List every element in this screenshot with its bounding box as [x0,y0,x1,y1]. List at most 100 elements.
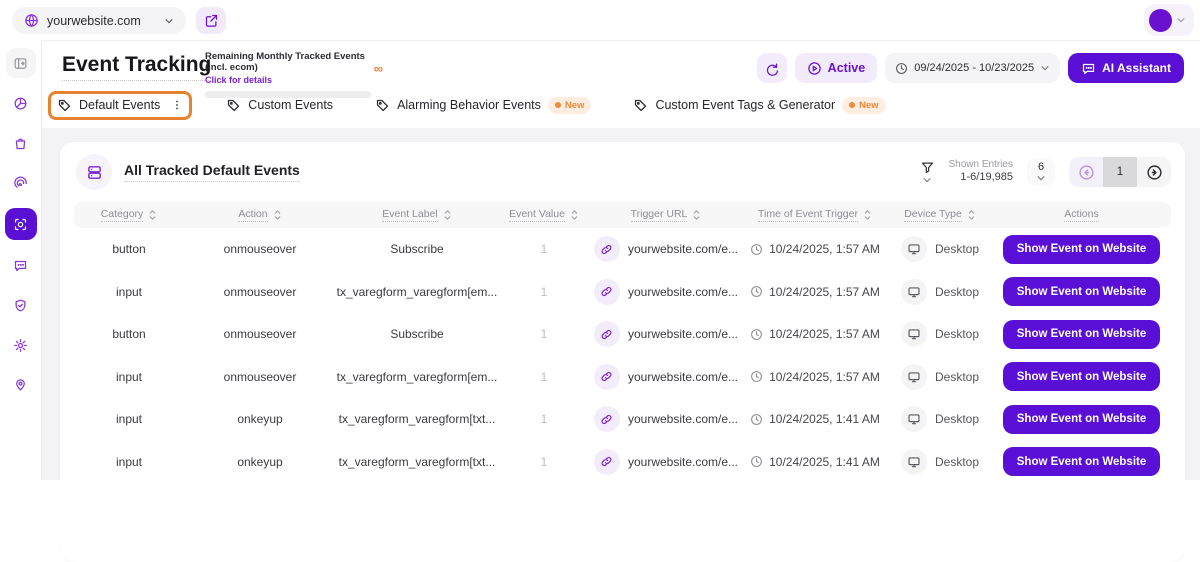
show-event-button[interactable]: Show Event on Website [1003,320,1161,349]
cell-actions: Show Event on Website [992,320,1171,349]
column-header-device-type[interactable]: Device Type [888,208,992,222]
sort-icon[interactable] [443,209,452,221]
table-controls: Shown Entries 1-6/19,985 6 1 [920,157,1171,187]
table-row: button onmouseover Subscribe 1 yourwebsi… [74,228,1171,271]
sort-icon[interactable] [570,209,579,221]
sort-icon[interactable] [863,209,872,221]
tab-label: Custom Events [248,98,333,112]
arrow-right-circle-icon [1146,164,1163,181]
cell-action: onkeyup [184,412,336,426]
sort-icon[interactable] [967,209,976,221]
events-table-card: All Tracked Default Events Shown Entries… [60,142,1185,562]
chevron-down-icon [164,16,174,26]
tab-label: Default Events [79,98,160,112]
cell-event-time: 10/24/2025, 1:57 AM [742,285,888,299]
shield-check-icon [13,298,28,313]
tab-custom-event-tags-generator[interactable]: Custom Event Tags & GeneratorNew [625,91,893,120]
column-header-event-label[interactable]: Event Label [336,208,498,222]
show-event-button[interactable]: Show Event on Website [1003,277,1161,306]
shown-entries-value: 1-6/19,985 [949,171,1013,185]
link-icon [594,406,620,432]
badge-dot-icon [849,102,855,108]
refresh-button[interactable] [757,53,787,83]
show-event-button[interactable]: Show Event on Website [1003,362,1161,391]
sidebar-nav [0,40,42,480]
sort-icon[interactable] [148,209,157,221]
sidebar-item-waves[interactable] [6,168,36,198]
cell-category: input [74,285,184,299]
sidebar-item-shield-check[interactable] [6,290,36,320]
cell-actions: Show Event on Website [992,405,1171,434]
sort-icon[interactable] [692,209,701,221]
sidebar-item-gear[interactable] [6,330,36,360]
sidebar-item-location-pin[interactable] [6,370,36,400]
cell-device-type: Desktop [888,321,992,347]
cell-trigger-url[interactable]: yourwebsite.com/e... [590,279,742,305]
tag-icon [57,98,72,113]
monitor-icon [901,279,927,305]
chevron-down-icon [922,175,932,185]
quota-details-link[interactable]: Click for details [205,75,383,85]
cell-event-label: tx_varegform_varegform[em... [336,370,498,384]
sidebar-item-target[interactable] [5,208,37,240]
tab-custom-events[interactable]: Custom Events [218,92,341,119]
badge-dot-icon [555,102,561,108]
filter-button[interactable] [920,160,935,185]
column-header-action[interactable]: Action [184,208,336,222]
target-icon [13,217,28,232]
page-size-select[interactable]: 6 [1027,158,1055,186]
cell-trigger-url[interactable]: yourwebsite.com/e... [590,406,742,432]
prev-page-button[interactable] [1069,157,1103,187]
collapse-icon [13,56,28,71]
column-header-trigger-url[interactable]: Trigger URL [590,208,742,222]
website-selector[interactable]: yourwebsite.com [12,7,186,34]
column-header-event-value[interactable]: Event Value [498,208,590,222]
table-title: All Tracked Default Events [124,162,300,182]
link-icon [594,449,620,475]
ai-assistant-button[interactable]: AI Assistant [1068,53,1184,83]
sidebar-item-shopping-bag[interactable] [6,128,36,158]
cell-actions: Show Event on Website [992,362,1171,391]
column-header-category[interactable]: Category [74,208,184,222]
sidebar-item-pie-chart[interactable] [6,88,36,118]
kebab-icon[interactable] [171,98,183,112]
cell-event-label: Subscribe [336,327,498,341]
show-event-button[interactable]: Show Event on Website [1003,447,1161,476]
account-menu[interactable] [1144,4,1194,36]
content-area: All Tracked Default Events Shown Entries… [42,128,1200,480]
cell-trigger-url[interactable]: yourwebsite.com/e... [590,449,742,475]
monitor-icon [901,364,927,390]
open-website-button[interactable] [196,7,226,34]
current-page[interactable]: 1 [1103,157,1137,187]
sidebar-item-chat[interactable] [6,250,36,280]
date-range-picker[interactable]: 09/24/2025 - 10/23/2025 [885,53,1060,83]
link-icon [594,279,620,305]
chat-icon [1081,61,1096,76]
show-event-button[interactable]: Show Event on Website [1003,405,1161,434]
sidebar-item-collapse[interactable] [6,48,36,78]
cell-device-type: Desktop [888,406,992,432]
link-icon [594,364,620,390]
play-circle-icon [807,61,822,76]
table-column-headers: CategoryActionEvent LabelEvent ValueTrig… [74,202,1171,228]
show-event-button[interactable]: Show Event on Website [1003,235,1161,264]
column-header-time-of-event-trigger[interactable]: Time of Event Trigger [742,208,888,222]
monitor-icon [901,321,927,347]
monitor-icon [901,449,927,475]
cell-trigger-url[interactable]: yourwebsite.com/e... [590,321,742,347]
tab-alarming-behavior-events[interactable]: Alarming Behavior EventsNew [367,91,599,120]
shown-entries-label: Shown Entries [949,159,1013,172]
top-bar: yourwebsite.com [0,0,1200,40]
tracking-status-button[interactable]: Active [795,53,878,83]
cell-event-label: tx_varegform_varegform[txt... [336,412,498,426]
sort-icon[interactable] [273,209,282,221]
cell-event-value: 1 [498,370,590,384]
cell-device-type: Desktop [888,364,992,390]
cell-trigger-url[interactable]: yourwebsite.com/e... [590,364,742,390]
header-actions: Active 09/24/2025 - 10/23/2025 AI Assist… [757,53,1184,83]
tab-default-events[interactable]: Default Events [48,91,192,120]
clock-icon [750,413,763,426]
tab-label: Custom Event Tags & Generator [655,98,835,112]
cell-trigger-url[interactable]: yourwebsite.com/e... [590,236,742,262]
next-page-button[interactable] [1137,157,1171,187]
